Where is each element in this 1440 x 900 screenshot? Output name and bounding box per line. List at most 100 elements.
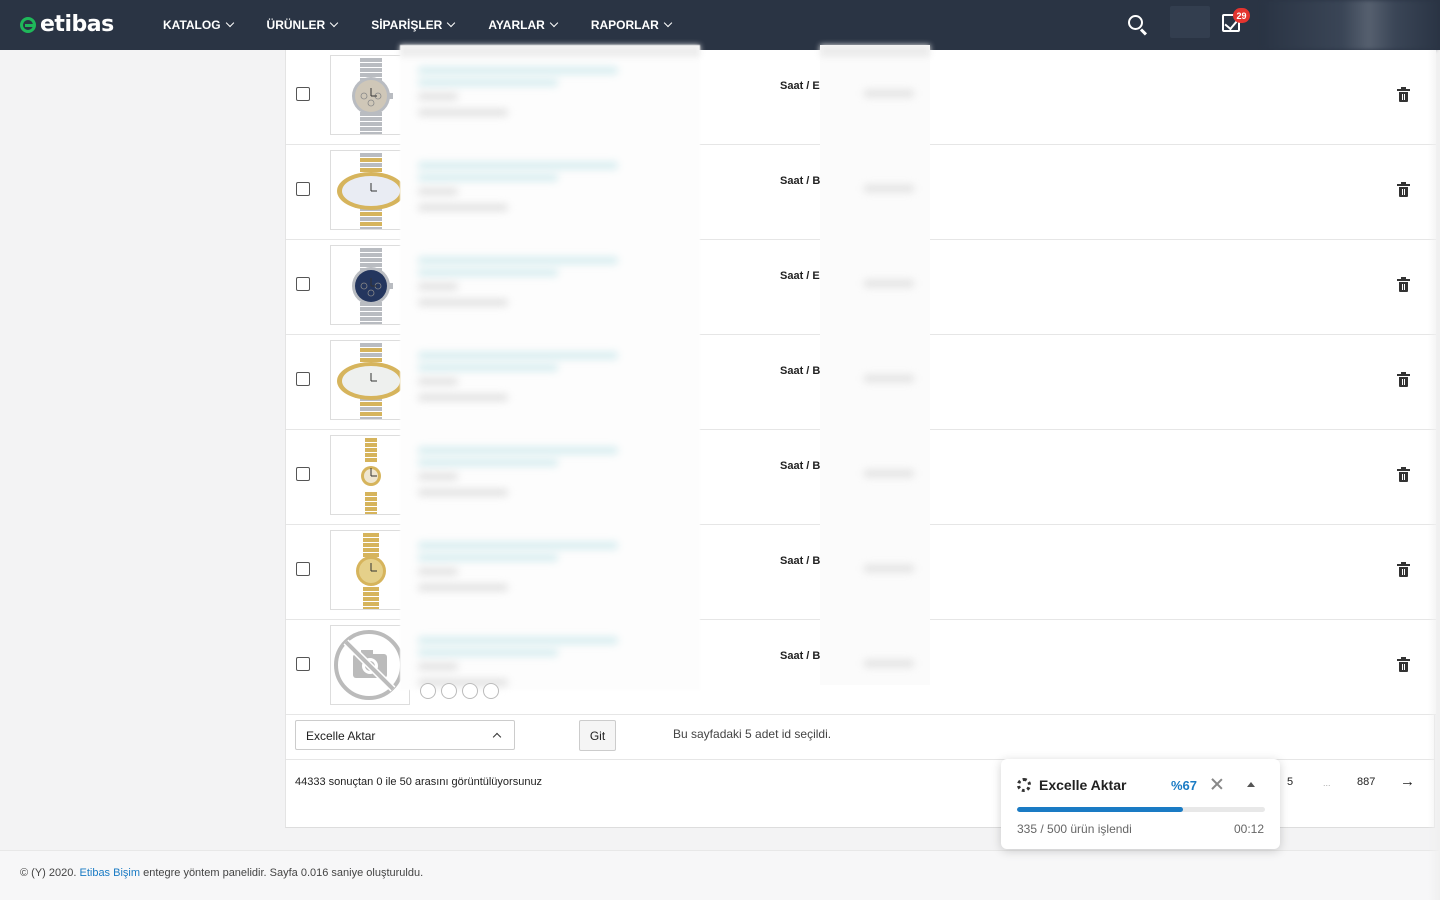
- redacted-price: [864, 660, 914, 667]
- redacted-text: [418, 162, 618, 169]
- menu-item-label: ÜRÜNLER: [266, 18, 326, 32]
- row-checkbox[interactable]: [296, 277, 310, 291]
- price-column-redacted: [820, 45, 930, 685]
- menu-item-label: RAPORLAR: [590, 18, 659, 32]
- export-title: Excelle Aktar: [1039, 777, 1127, 793]
- nav-placeholder-box[interactable]: [1170, 6, 1210, 38]
- product-category: Saat / Er: [780, 80, 825, 92]
- product-thumbnail[interactable]: [330, 150, 410, 230]
- redacted-price: [864, 280, 914, 287]
- row-checkbox[interactable]: [296, 657, 310, 671]
- scroll-shade: [1428, 50, 1440, 900]
- chevron-down-icon: [663, 18, 673, 28]
- export-progress-popup: Excelle Aktar %67 335 / 500 ürün işlendi…: [1001, 759, 1280, 849]
- selection-info: Bu sayfadaki 5 adet id seçildi.: [673, 727, 832, 741]
- redacted-text: [418, 473, 458, 480]
- footer-suffix: entegre yöntem panelidir. Sayfa 0.016 sa…: [143, 867, 424, 879]
- redacted-text: [418, 554, 558, 561]
- top-navbar: etibas KATALOG ÜRÜNLER SİPARİŞLER AYARLA…: [0, 0, 1440, 50]
- redacted-text: [418, 489, 508, 496]
- left-panel: [0, 50, 285, 850]
- redacted-text: [418, 447, 618, 454]
- product-thumbnail[interactable]: [330, 435, 410, 515]
- product-category: Saat / Er: [780, 270, 825, 282]
- product-thumbnail[interactable]: [330, 55, 410, 135]
- redacted-text: [418, 637, 618, 644]
- go-button[interactable]: Git: [579, 720, 616, 751]
- chevron-down-icon: [329, 18, 339, 28]
- redacted-text: [418, 257, 618, 264]
- redacted-text: [418, 649, 558, 656]
- product-info-column-redacted: [400, 45, 700, 690]
- main-menu: KATALOG ÜRÜNLER SİPARİŞLER AYARLAR RAPOR…: [163, 0, 705, 50]
- variant-circle[interactable]: [462, 683, 478, 699]
- variant-indicators: [420, 683, 499, 699]
- trash-icon[interactable]: [1397, 467, 1410, 483]
- redacted-header: [820, 45, 930, 57]
- variant-circle[interactable]: [420, 683, 436, 699]
- redacted-price: [864, 470, 914, 477]
- menu-item-raporlar[interactable]: RAPORLAR: [590, 0, 673, 50]
- variant-circle[interactable]: [483, 683, 499, 699]
- row-checkbox[interactable]: [296, 372, 310, 386]
- redacted-text: [418, 542, 618, 549]
- footer-text: © (Y) 2020. Etibas Bişim entegre yöntem …: [20, 867, 423, 879]
- trash-icon[interactable]: [1397, 277, 1410, 293]
- redacted-text: [418, 663, 458, 670]
- bulk-action-value: Excelle Aktar: [306, 729, 376, 743]
- menu-item-katalog[interactable]: KATALOG: [163, 0, 234, 50]
- close-icon[interactable]: [1210, 777, 1224, 791]
- trash-icon[interactable]: [1397, 562, 1410, 578]
- redacted-price: [864, 90, 914, 97]
- redacted-text: [418, 378, 458, 385]
- redacted-text: [418, 459, 558, 466]
- menu-item-label: SİPARİŞLER: [371, 18, 443, 32]
- redacted-text: [418, 364, 558, 371]
- trash-icon[interactable]: [1397, 657, 1410, 673]
- redacted-price: [864, 185, 914, 192]
- menu-item-urunler[interactable]: ÜRÜNLER: [266, 0, 339, 50]
- redacted-text: [418, 568, 458, 575]
- product-thumbnail[interactable]: [330, 340, 410, 420]
- redacted-text: [418, 67, 618, 74]
- row-checkbox[interactable]: [296, 467, 310, 481]
- product-thumbnail[interactable]: [330, 530, 410, 610]
- redacted-text: [418, 109, 508, 116]
- menu-item-ayarlar[interactable]: AYARLAR: [488, 0, 559, 50]
- footer-company-link[interactable]: Etibas Bişim: [79, 867, 140, 879]
- row-checkbox[interactable]: [296, 87, 310, 101]
- row-checkbox[interactable]: [296, 562, 310, 576]
- trash-icon[interactable]: [1397, 87, 1410, 103]
- brand-name: etibas: [40, 12, 114, 37]
- variant-circle[interactable]: [441, 683, 457, 699]
- redacted-text: [418, 352, 618, 359]
- product-thumbnail[interactable]: [330, 625, 410, 705]
- collapse-caret-icon[interactable]: [1247, 782, 1255, 787]
- menu-item-label: AYARLAR: [488, 18, 545, 32]
- user-menu[interactable]: [1262, 0, 1440, 50]
- bulk-action-select[interactable]: Excelle Aktar: [295, 720, 515, 750]
- brand-logo[interactable]: etibas: [20, 12, 114, 37]
- trash-icon[interactable]: [1397, 182, 1410, 198]
- search-icon[interactable]: [1127, 14, 1149, 36]
- menu-item-label: KATALOG: [163, 18, 221, 32]
- chevron-down-icon: [225, 18, 234, 28]
- product-thumbnail[interactable]: [330, 245, 410, 325]
- row-checkbox[interactable]: [296, 182, 310, 196]
- trash-icon[interactable]: [1397, 372, 1410, 388]
- redacted-price: [864, 375, 914, 382]
- redacted-text: [418, 93, 458, 100]
- export-elapsed: 00:12: [1234, 822, 1265, 836]
- page-link-5[interactable]: 5: [1287, 776, 1293, 788]
- pagination-ellipsis: ...: [1323, 778, 1331, 788]
- redacted-text: [418, 584, 508, 591]
- next-page-arrow-icon[interactable]: →: [1400, 773, 1415, 790]
- chevron-down-icon: [549, 18, 559, 28]
- redacted-header: [400, 45, 700, 57]
- results-summary: 44333 sonuçtan 0 ile 50 arasını görüntül…: [295, 776, 543, 788]
- page-link-last[interactable]: 887: [1357, 776, 1375, 788]
- menu-item-siparisler[interactable]: SİPARİŞLER: [371, 0, 456, 50]
- export-status: 335 / 500 ürün işlendi: [1017, 822, 1132, 836]
- redacted-price: [864, 565, 914, 572]
- export-percent: %67: [1171, 778, 1198, 793]
